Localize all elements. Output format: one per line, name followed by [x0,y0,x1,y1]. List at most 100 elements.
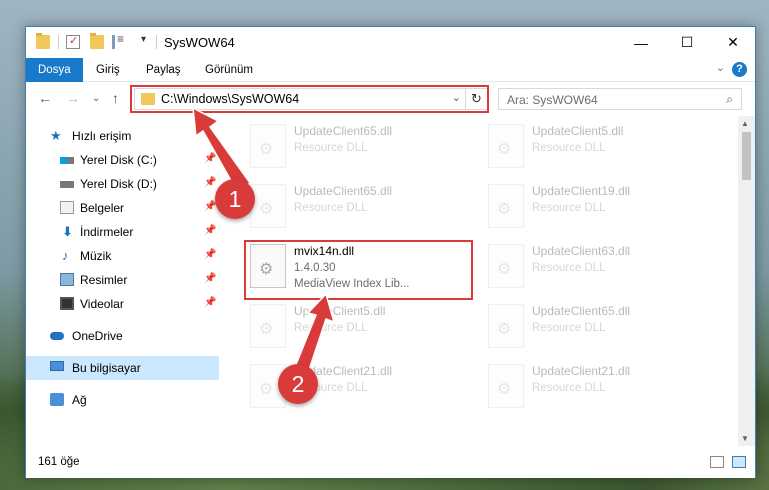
file-name: UpdateClient19.dll [532,184,631,198]
properties-check-icon[interactable] [66,34,80,49]
sidebar-item-label: Hızlı erişim [72,129,132,143]
dll-file-icon [488,184,524,228]
maximize-icon: ☐ [680,34,694,50]
file-item[interactable]: UpdateClient5.dll Resource DLL [246,302,476,358]
drive-icon [60,157,74,164]
tab-file[interactable]: Dosya [26,58,83,82]
pin-icon: 📌 [204,225,217,236]
sidebar-item-network[interactable]: Ağ [26,388,219,412]
scroll-up-icon[interactable]: ▲ [741,119,749,128]
sidebar-item-local-disk-d[interactable]: Yerel Disk (D:) 📌 [26,172,219,196]
search-placeholder: Ara: SysWOW64 [507,93,598,107]
dll-file-icon [488,124,524,168]
up-arrow-icon[interactable]: ↑ [112,90,119,106]
vertical-scrollbar[interactable]: ▲ ▼ [738,116,755,446]
file-name: UpdateClient65.dll [294,184,393,198]
sidebar-item-onedrive[interactable]: OneDrive [26,324,219,348]
file-item[interactable]: UpdateClient65.dll Resource DLL [246,182,476,238]
file-explorer-window: ▾ SysWOW64 — ☐ ✕ Dosya Giriş Paylaş Görü… [25,26,756,478]
ribbon-tabs: Dosya Giriş Paylaş Görünüm ⌄ ? [26,58,755,82]
details-view-icon[interactable] [710,456,724,468]
file-item[interactable]: UpdateClient5.dll Resource DLL [484,122,714,178]
folder-icon [36,33,50,49]
music-icon: ♪ [62,248,69,263]
documents-icon [60,201,74,214]
star-icon: ★ [50,128,62,143]
tab-view[interactable]: Görünüm [193,58,265,82]
quick-access-toolbar-icon[interactable] [112,32,126,49]
close-icon: ✕ [727,34,739,50]
sidebar-item-this-pc[interactable]: Bu bilgisayar [26,356,219,380]
minimize-button[interactable]: — [618,27,664,58]
file-name: UpdateClient5.dll [294,304,386,318]
help-icon[interactable]: ? [732,62,747,77]
sidebar-item-label: İndirmeler [80,225,134,239]
address-highlight-box [130,85,489,113]
pin-icon: 📌 [204,273,217,284]
title-bar: ▾ SysWOW64 — ☐ ✕ [26,27,755,58]
sidebar-item-documents[interactable]: Belgeler 📌 [26,196,219,220]
item-count: 161 öğe [38,456,80,468]
sidebar-item-downloads[interactable]: ⬇ İndirmeler 📌 [26,220,219,244]
status-bar: 161 öğe [26,446,755,478]
file-type: Resource DLL [294,322,368,334]
close-button[interactable]: ✕ [710,27,756,58]
maximize-button[interactable]: ☐ [664,27,710,58]
sidebar-item-label: Belgeler [80,201,125,215]
callout-badge-1: 1 [215,179,255,219]
sidebar-item-quick-access[interactable]: ★ Hızlı erişim [26,124,219,148]
file-item[interactable]: UpdateClient19.dll Resource DLL [484,182,714,238]
file-name: UpdateClient5.dll [532,124,624,138]
large-icons-view-icon[interactable] [732,456,746,468]
sidebar-item-label: Yerel Disk (C:) [80,153,157,167]
scroll-down-icon[interactable]: ▼ [741,434,749,443]
title-separator [58,35,59,49]
window-title: SysWOW64 [164,35,235,50]
dll-file-icon [250,304,286,348]
file-item[interactable]: UpdateClient65.dll Resource DLL [246,122,476,178]
file-type: Resource DLL [294,142,368,154]
sidebar-item-pictures[interactable]: Resimler 📌 [26,268,219,292]
callout-badge-2: 2 [278,364,318,404]
file-type: Resource DLL [532,322,606,334]
downloads-icon: ⬇ [62,224,73,239]
sidebar-item-label: Resimler [80,273,128,287]
file-type: Resource DLL [532,382,606,394]
new-folder-icon[interactable] [90,33,104,49]
dll-file-icon [488,364,524,408]
back-arrow-icon[interactable]: ← [38,90,52,106]
scroll-thumb[interactable] [742,132,751,180]
file-type: Resource DLL [532,262,606,274]
recent-locations-icon[interactable]: ⌄ [92,93,100,104]
sidebar-item-label: Videolar [80,297,124,311]
search-box[interactable]: Ara: SysWOW64 ⌕ [498,88,742,110]
pin-icon: 📌 [204,153,217,164]
file-type: Resource DLL [294,202,368,214]
file-item[interactable]: UpdateClient65.dll Resource DLL [484,302,714,358]
expand-ribbon-icon[interactable]: ⌄ [716,61,725,74]
file-name: UpdateClient65.dll [294,124,393,138]
tab-home[interactable]: Giriş [84,58,132,82]
dll-file-icon [250,184,286,228]
sidebar-item-videos[interactable]: Videolar 📌 [26,292,219,316]
file-item[interactable]: UpdateClient21.dll Resource DLL [484,362,714,418]
tab-share[interactable]: Paylaş [134,58,193,82]
pin-icon: 📌 [204,249,217,260]
pictures-icon [60,273,74,286]
file-name: UpdateClient63.dll [532,244,631,258]
file-item[interactable]: UpdateClient63.dll Resource DLL [484,242,714,298]
file-name: UpdateClient21.dll [532,364,631,378]
dll-file-icon [250,124,286,168]
chevron-down-icon[interactable]: ▾ [141,34,146,45]
forward-arrow-icon[interactable]: → [66,90,80,106]
sidebar-item-music[interactable]: ♪ Müzik 📌 [26,244,219,268]
sidebar-item-label: Müzik [80,249,112,263]
dll-file-icon [488,244,524,288]
sidebar-item-local-disk-c[interactable]: Yerel Disk (C:) 📌 [26,148,219,172]
sidebar-item-label: Ağ [72,393,87,407]
pin-icon: 📌 [204,297,217,308]
navigation-pane: ★ Hızlı erişim Yerel Disk (C:) 📌 Yerel D… [26,116,219,446]
file-type: Resource DLL [532,142,606,154]
network-icon [50,393,64,406]
sidebar-item-label: Yerel Disk (D:) [80,177,157,191]
